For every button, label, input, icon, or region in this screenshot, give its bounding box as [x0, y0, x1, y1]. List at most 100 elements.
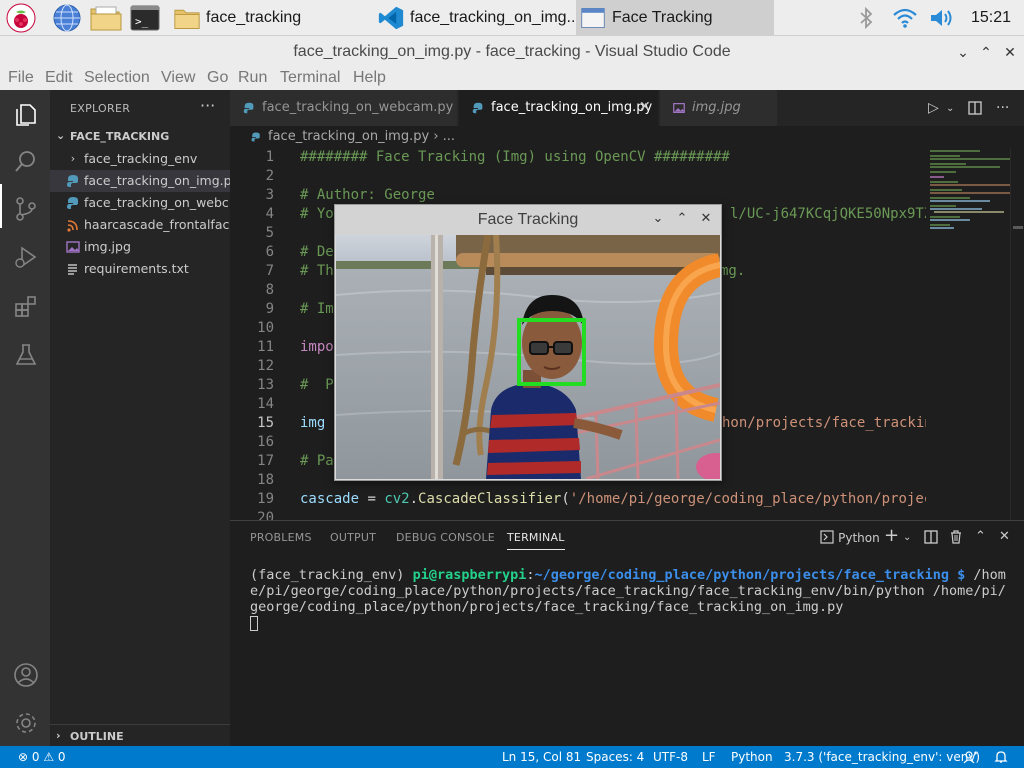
- status-cursor-position[interactable]: Ln 15, Col 81: [502, 750, 581, 764]
- panel-tab-debug-console[interactable]: DEBUG CONSOLE: [396, 531, 495, 544]
- settings-gear-icon[interactable]: [13, 710, 39, 736]
- code-line: # Author: George: [300, 187, 435, 203]
- tab-img-jpg[interactable]: img.jpg: [660, 90, 778, 126]
- status-interpreter[interactable]: 3.7.3 ('face_tracking_env': venv): [784, 750, 980, 764]
- task-face-tracking[interactable]: Face Tracking: [576, 0, 774, 36]
- code-token: '/home/pi/george/coding_place/python/pro…: [569, 491, 926, 507]
- python-icon: [472, 102, 483, 114]
- menu-view[interactable]: View: [161, 69, 195, 87]
- status-eol[interactable]: LF: [702, 750, 716, 764]
- ft-close-button[interactable]: ✕: [697, 210, 715, 228]
- line-number: 1: [265, 149, 274, 165]
- menu-selection[interactable]: Selection: [84, 69, 150, 87]
- close-window-button[interactable]: ✕: [1001, 43, 1019, 61]
- volume-icon[interactable]: [928, 6, 956, 30]
- code-line: # Im: [300, 301, 334, 317]
- face-tracking-titlebar[interactable]: Face Tracking ⌄ ⌃ ✕: [335, 205, 721, 235]
- code-token: .: [409, 491, 419, 507]
- tree-item-haarcascade[interactable]: haarcascade_frontalfac...: [50, 214, 230, 236]
- trash-icon[interactable]: [949, 530, 963, 544]
- line-number: 10: [257, 320, 274, 336]
- tree-item-face-tracking-on-img[interactable]: face_tracking_on_img.py: [50, 170, 230, 192]
- outline-section[interactable]: › OUTLINE: [50, 724, 230, 746]
- tree-item-face-tracking-on-webcam[interactable]: face_tracking_on_webc...: [50, 192, 230, 214]
- tree-item-img-jpg[interactable]: img.jpg: [50, 236, 230, 258]
- tab-webcam[interactable]: face_tracking_on_webcam.py: [230, 90, 458, 126]
- bluetooth-icon[interactable]: [856, 6, 876, 30]
- extensions-icon[interactable]: [13, 294, 39, 320]
- ft-minimize-button[interactable]: ⌄: [649, 210, 667, 228]
- panel-tab-terminal[interactable]: TERMINAL: [507, 531, 565, 550]
- panel-tab-output[interactable]: OUTPUT: [330, 531, 376, 544]
- status-encoding[interactable]: UTF-8: [653, 750, 688, 764]
- menu-file[interactable]: File: [8, 69, 34, 87]
- account-icon[interactable]: [13, 662, 39, 688]
- testing-flask-icon[interactable]: [13, 342, 39, 368]
- window-title: face_tracking_on_img.py - face_tracking …: [293, 43, 731, 60]
- file-manager-icon[interactable]: [90, 3, 122, 33]
- menu-edit[interactable]: Edit: [45, 69, 73, 87]
- menu-run[interactable]: Run: [238, 69, 267, 87]
- task-vscode[interactable]: face_tracking_on_img...: [374, 0, 574, 36]
- code-line: # Pa: [300, 453, 334, 469]
- close-panel-icon[interactable]: ✕: [999, 529, 1010, 544]
- line-number: 11: [257, 339, 274, 355]
- tree-item-requirements[interactable]: requirements.txt: [50, 258, 230, 280]
- split-editor-icon[interactable]: [968, 101, 982, 115]
- minimap[interactable]: [926, 148, 1014, 520]
- feedback-icon[interactable]: [963, 750, 979, 764]
- status-problems[interactable]: ⊗ 0 ⚠ 0: [18, 750, 66, 764]
- status-language[interactable]: Python: [731, 750, 773, 764]
- run-python-icon[interactable]: ▷: [928, 100, 939, 116]
- terminal-user: pi@raspberrypi: [412, 567, 527, 583]
- folder-header[interactable]: ⌄ FACE_TRACKING: [50, 126, 230, 148]
- chevron-right-icon: ›: [56, 729, 61, 742]
- face-tracking-window[interactable]: Face Tracking ⌄ ⌃ ✕: [334, 204, 722, 481]
- source-control-icon[interactable]: [13, 196, 39, 222]
- menu-go[interactable]: Go: [207, 69, 228, 87]
- menu-terminal[interactable]: Terminal: [280, 69, 340, 87]
- svg-text:>_: >_: [135, 15, 149, 28]
- run-debug-icon[interactable]: [13, 244, 39, 270]
- menu-help[interactable]: Help: [353, 69, 386, 87]
- breadcrumb-file[interactable]: face_tracking_on_img.py › ...: [268, 129, 455, 144]
- terminal-shell-selector[interactable]: Python: [820, 530, 880, 546]
- raspberry-menu-icon[interactable]: [6, 3, 36, 33]
- more-actions-icon[interactable]: ···: [200, 96, 215, 115]
- tree-item-label: face_tracking_env: [84, 151, 198, 166]
- task-file-manager[interactable]: face_tracking: [170, 0, 370, 36]
- clock[interactable]: 15:21: [971, 0, 1011, 36]
- new-terminal-icon[interactable]: +: [884, 525, 899, 546]
- status-indentation[interactable]: Spaces: 4: [586, 750, 644, 764]
- breadcrumb-separator: › ...: [433, 129, 456, 144]
- tree-item-env-folder[interactable]: › face_tracking_env: [50, 148, 230, 170]
- notifications-bell-icon[interactable]: [993, 749, 1009, 765]
- run-dropdown-icon[interactable]: ⌄: [946, 103, 954, 114]
- search-icon[interactable]: [13, 148, 39, 174]
- maximize-button[interactable]: ⌃: [977, 43, 995, 61]
- more-editor-actions-icon[interactable]: ···: [996, 100, 1009, 116]
- explorer-sidebar: EXPLORER ··· ⌄ FACE_TRACKING › face_trac…: [50, 90, 230, 746]
- tab-label: face_tracking_on_img.py: [491, 100, 653, 115]
- window-titlebar[interactable]: face_tracking_on_img.py - face_tracking …: [0, 36, 1024, 68]
- image-icon: [673, 103, 685, 113]
- tab-img-py[interactable]: face_tracking_on_img.py ✕: [459, 90, 659, 126]
- panel-tab-problems[interactable]: PROBLEMS: [250, 531, 312, 544]
- editor-scrollbar[interactable]: [1010, 148, 1024, 520]
- browser-icon[interactable]: [52, 3, 82, 33]
- split-terminal-icon[interactable]: [924, 530, 938, 544]
- terminal-output[interactable]: (face_tracking_env) pi@raspberrypi:~/geo…: [250, 567, 1010, 631]
- terminal-app-icon[interactable]: >_: [130, 3, 160, 33]
- minimize-button[interactable]: ⌄: [954, 43, 972, 61]
- tree-item-label: img.jpg: [84, 239, 131, 254]
- wifi-icon[interactable]: [892, 6, 918, 30]
- maximize-panel-icon[interactable]: ⌃: [975, 529, 986, 544]
- explorer-icon[interactable]: [13, 102, 39, 128]
- activity-bar: [0, 90, 50, 746]
- close-tab-icon[interactable]: ✕: [639, 99, 651, 115]
- code-line-fragment: l/UC-j647KCqjQKE50Npx9TZ: [730, 206, 926, 222]
- terminal-dropdown-icon[interactable]: ⌄: [903, 532, 911, 543]
- ft-maximize-button[interactable]: ⌃: [673, 210, 691, 228]
- folder-icon: [174, 9, 200, 29]
- line-number: 6: [265, 244, 274, 260]
